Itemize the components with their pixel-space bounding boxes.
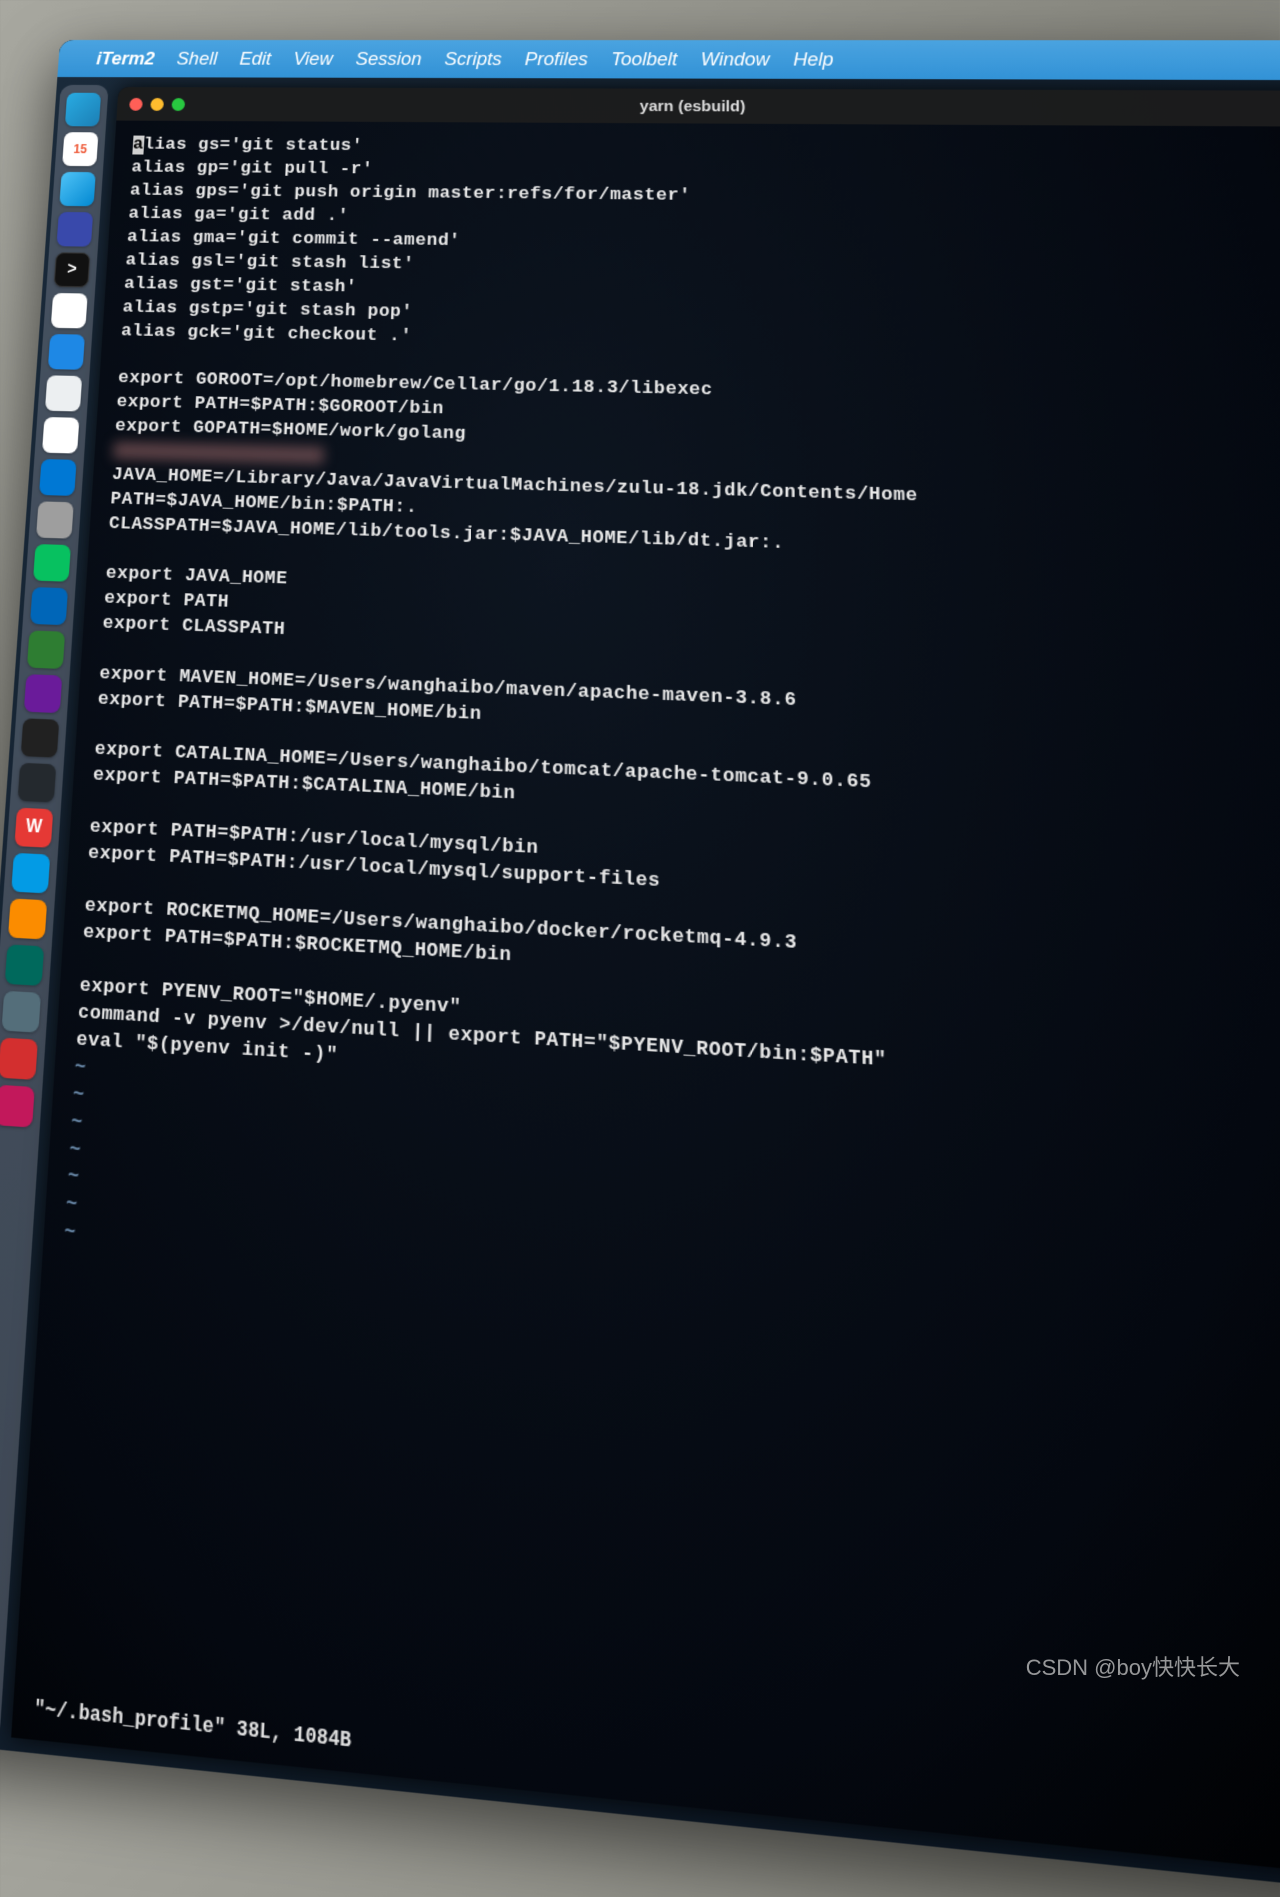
menubar-help[interactable]: Help	[793, 49, 833, 70]
finder-icon[interactable]	[65, 93, 101, 127]
macos-menubar: iTerm2 Shell Edit View Session Scripts P…	[57, 40, 1280, 80]
app-icon[interactable]	[45, 375, 82, 411]
laptop-screen: iTerm2 Shell Edit View Session Scripts P…	[0, 40, 1280, 1897]
minimize-icon[interactable]	[150, 97, 164, 110]
close-icon[interactable]	[129, 97, 143, 110]
app-icon[interactable]	[1, 991, 41, 1033]
calendar-icon[interactable]: 15	[62, 132, 98, 166]
wps-icon[interactable]: W	[14, 808, 53, 848]
menubar-app-name[interactable]: iTerm2	[96, 48, 156, 69]
chrome-icon[interactable]	[42, 417, 79, 454]
app-icon[interactable]	[0, 1085, 35, 1128]
desktop-area: 15 > W yarn (esbuild) alias gs='git status…	[0, 77, 1280, 1897]
traffic-lights	[129, 97, 185, 110]
menubar-view[interactable]: View	[293, 48, 334, 69]
iterm-icon[interactable]: >	[54, 252, 91, 287]
app-icon[interactable]	[5, 944, 44, 986]
zoom-icon[interactable]	[171, 98, 185, 111]
settings-icon[interactable]	[36, 501, 74, 538]
menubar-session[interactable]: Session	[355, 48, 422, 69]
mail-icon[interactable]	[48, 334, 85, 370]
vscode-icon[interactable]	[30, 587, 68, 625]
github-icon[interactable]	[18, 763, 57, 803]
menubar-profiles[interactable]: Profiles	[524, 49, 588, 70]
app-icon[interactable]	[24, 674, 62, 713]
window-title: yarn (esbuild)	[640, 97, 746, 115]
app-icon[interactable]	[0, 1038, 38, 1080]
app-icon[interactable]	[56, 212, 93, 247]
menubar-scripts[interactable]: Scripts	[444, 49, 502, 70]
menubar-toolbelt[interactable]: Toolbelt	[611, 49, 678, 70]
map-icon[interactable]	[11, 853, 50, 894]
terminal-titlebar[interactable]: yarn (esbuild)	[116, 87, 1280, 127]
terminal-window: yarn (esbuild) alias gs='git status' ali…	[11, 87, 1280, 1881]
safari-icon[interactable]	[51, 293, 88, 328]
app-icon[interactable]	[8, 898, 47, 939]
terminal-content[interactable]: alias gs='git status' alias gp='git pull…	[14, 121, 1280, 1829]
menubar-window[interactable]: Window	[701, 49, 770, 70]
menubar-shell[interactable]: Shell	[176, 48, 218, 69]
menubar-edit[interactable]: Edit	[239, 48, 272, 69]
edge-icon[interactable]	[39, 459, 77, 496]
notes-icon[interactable]	[27, 630, 65, 669]
app-icon[interactable]	[21, 718, 60, 757]
watermark: CSDN @boy快快长大	[1026, 1650, 1240, 1682]
wechat-icon[interactable]	[33, 544, 71, 582]
weather-icon[interactable]	[59, 172, 96, 206]
